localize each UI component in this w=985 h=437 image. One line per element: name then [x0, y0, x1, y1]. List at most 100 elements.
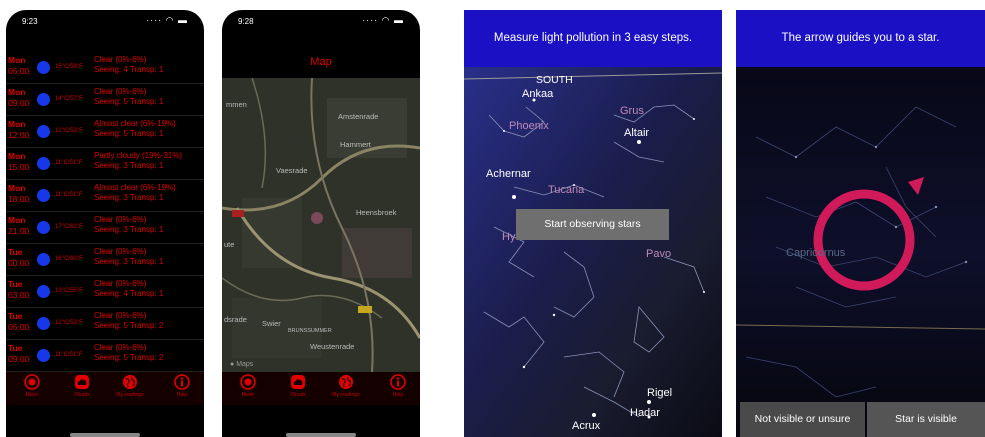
- forecast-list[interactable]: Mon 06:00 15°C/59°F Clear (0%-6%) Seeing: 4 …: [6, 52, 204, 404]
- constellation-label: Tucana: [548, 184, 585, 196]
- map-label: Heensbroek: [356, 208, 397, 217]
- map-screen: 9:28 ···· ◠ ▬ Map mmen Amstenrade Hammer…: [222, 10, 420, 437]
- tab-label: Help: [392, 392, 404, 398]
- forecast-day: Mon: [8, 119, 26, 129]
- tab-label: Clouds: [74, 392, 90, 398]
- forecast-seeing: Seeing: 5 Transp: 1: [94, 97, 164, 106]
- forecast-temp: 11°C/51°F: [55, 192, 83, 198]
- forecast-row[interactable]: Tue 00:00 16°C/60°F Clear (0%-6%) Seeing: 3 …: [6, 244, 204, 276]
- map-label: ute: [224, 240, 235, 249]
- forecast-condition: Clear (0%-6%): [94, 87, 147, 96]
- globe-icon: [339, 375, 353, 389]
- forecast-row[interactable]: Mon 12:00 12°C/53°F Almost clear (6%-19%) Se…: [6, 116, 204, 148]
- constellation-label: Capricornus: [786, 247, 846, 259]
- forecast-seeing: Seeing: 5 Transp: 2: [94, 321, 164, 330]
- forecast-temp: 16°C/60°F: [55, 256, 83, 262]
- info-icon: [174, 374, 190, 390]
- forecast-seeing: Seeing: 3 Transp: 1: [94, 193, 164, 202]
- status-time: 9:28: [238, 17, 254, 26]
- forecast-row[interactable]: Mon 15:00 11°C/51°F Partly cloudy (19%-31%)…: [6, 148, 204, 180]
- sky-background: [736, 67, 985, 437]
- forecast-temp: 13°C/55°F: [55, 288, 83, 294]
- cloud-cover-icon: [37, 221, 50, 234]
- forecast-temp: 12°C/53°F: [55, 320, 83, 326]
- tab-my-readings[interactable]: My readings: [110, 374, 150, 398]
- home-indicator: [286, 433, 356, 437]
- maps-legal-text: Maps: [236, 361, 254, 368]
- forecast-row[interactable]: Mon 21:00 17°C/62°F Clear (0%-6%) Seeing: 3 …: [6, 212, 204, 244]
- forecast-hour: 09:00: [8, 354, 30, 364]
- constellation-label: Hy: [502, 231, 516, 243]
- forecast-condition: Clear (0%-6%): [94, 55, 147, 64]
- forecast-row[interactable]: Tue 06:00 12°C/53°F Clear (0%-6%) Seeing: 5 …: [6, 308, 204, 340]
- maps-legal-label[interactable]: ● Maps: [230, 361, 253, 368]
- tab-clouds[interactable]: Clouds: [278, 374, 318, 398]
- forecast-condition: Clear (0%-6%): [94, 247, 147, 256]
- map-view[interactable]: mmen Amstenrade Hammert Vaesrade Heensbr…: [222, 78, 420, 372]
- star-map[interactable]: Capricornus: [736, 67, 985, 437]
- map-label: dsrade: [224, 315, 247, 324]
- info-icon: [390, 374, 406, 390]
- tab-help[interactable]: Help: [378, 374, 418, 398]
- tab-bar: Meter Clouds My readings Help: [6, 372, 204, 405]
- forecast-condition: Partly cloudy (19%-31%): [94, 151, 183, 160]
- home-indicator: [70, 433, 140, 437]
- forecast-row[interactable]: Mon 06:00 15°C/59°F Clear (0%-6%) Seeing: 4 …: [6, 52, 204, 84]
- instruction-banner: Measure light pollution in 3 easy steps.: [464, 10, 722, 67]
- forecast-day: Mon: [8, 215, 26, 225]
- cloud-cover-icon: [37, 317, 50, 330]
- forecast-row[interactable]: Mon 09:00 14°C/57°F Clear (0%-6%) Seeing: 5 …: [6, 84, 204, 116]
- star-guide-screen: Capricornus The arrow guides you to a st…: [736, 10, 985, 437]
- forecast-condition: Almost clear (6%-19%): [94, 183, 176, 192]
- not-visible-button[interactable]: Not visible or unsure: [740, 402, 865, 437]
- status-bar: 9:28 ···· ◠ ▬: [222, 10, 420, 32]
- forecast-seeing: Seeing: 4 Transp: 1: [94, 65, 164, 74]
- tab-label: My readings: [332, 392, 360, 398]
- tab-my-readings[interactable]: My readings: [326, 374, 366, 398]
- forecast-day: Tue: [8, 279, 23, 289]
- cloud-cover-icon: [37, 253, 50, 266]
- forecast-hour: 15:00: [8, 162, 30, 172]
- forecast-temp: 12°C/53°F: [55, 128, 83, 134]
- tab-bar: Meter Clouds My readings Help: [222, 372, 420, 405]
- tab-meter[interactable]: Meter: [228, 374, 268, 398]
- instruction-banner: The arrow guides you to a star.: [736, 10, 985, 67]
- forecast-hour: 06:00: [8, 66, 30, 76]
- forecast-hour: 21:00: [8, 226, 30, 236]
- cloud-cover-icon: [37, 125, 50, 138]
- cloud-icon: [75, 375, 89, 389]
- forecast-screen: 9:23 ···· ◠ ▬ Mon 06:00 15°C/59°F Clear (0%…: [6, 10, 204, 437]
- star-visible-button[interactable]: Star is visible: [867, 402, 985, 437]
- forecast-row[interactable]: Tue 09:00 11°C/51°F Clear (0%-6%) Seeing: 5 …: [6, 340, 204, 372]
- forecast-day: Mon: [8, 183, 26, 193]
- forecast-day: Tue: [8, 343, 23, 353]
- star-label: Rigel: [647, 387, 673, 399]
- star-label: Achernar: [486, 168, 531, 180]
- star-map[interactable]: SOUTH Ankaa Altair Achernar Rigel Hadar …: [464, 67, 722, 437]
- cloud-cover-icon: [37, 61, 50, 74]
- forecast-day: Mon: [8, 55, 26, 65]
- tab-clouds[interactable]: Clouds: [62, 374, 102, 398]
- forecast-row[interactable]: Tue 03:00 13°C/55°F Clear (0%-6%) Seeing: 4 …: [6, 276, 204, 308]
- star-map-screen: SOUTH Ankaa Altair Achernar Rigel Hadar …: [464, 10, 722, 437]
- constellation-label: Grus: [620, 105, 644, 117]
- star-label: Ankaa: [522, 88, 554, 100]
- tab-label: Meter: [25, 392, 39, 398]
- forecast-condition: Clear (0%-6%): [94, 279, 147, 288]
- status-time: 9:23: [22, 17, 38, 26]
- constellation-label: Pavo: [646, 248, 672, 260]
- forecast-day: Mon: [8, 87, 26, 97]
- forecast-hour: 06:00: [8, 322, 30, 332]
- tab-help[interactable]: Help: [162, 374, 202, 398]
- start-observing-button[interactable]: Start observing stars: [516, 209, 669, 240]
- forecast-hour: 00:00: [8, 258, 30, 268]
- forecast-seeing: Seeing: 3 Transp: 1: [94, 161, 164, 170]
- forecast-temp: 15°C/59°F: [55, 64, 83, 70]
- forecast-hour: 03:00: [8, 290, 30, 300]
- map-label: Hammert: [340, 140, 371, 149]
- cloud-cover-icon: [37, 157, 50, 170]
- forecast-row[interactable]: Mon 18:00 11°C/51°F Almost clear (6%-19%) Se…: [6, 180, 204, 212]
- forecast-seeing: Seeing: 4 Transp: 1: [94, 289, 164, 298]
- star-label: Altair: [624, 127, 650, 139]
- tab-meter[interactable]: Meter: [12, 374, 52, 398]
